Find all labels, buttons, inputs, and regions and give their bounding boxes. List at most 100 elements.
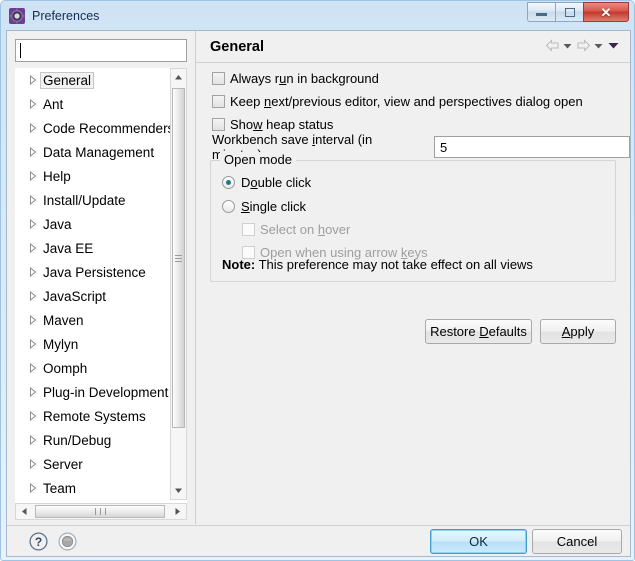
scroll-up-icon[interactable]	[171, 69, 186, 86]
back-arrow-icon[interactable]	[543, 39, 561, 52]
page-navigation	[543, 39, 621, 52]
tree-item-remote-systems[interactable]: Remote Systems	[15, 404, 170, 428]
tree-item-data-management[interactable]: Data Management	[15, 140, 170, 164]
expand-arrow-icon[interactable]	[25, 411, 40, 421]
gear-icon	[9, 8, 25, 24]
page-header: General	[196, 31, 630, 63]
checkbox-icon[interactable]	[212, 118, 225, 131]
checkbox-label: Select on hover	[260, 222, 351, 237]
preferences-tree[interactable]: General Ant Code Recommenders Data Manageme…	[15, 68, 187, 516]
radio-double-click[interactable]: Double click	[222, 175, 311, 190]
tree-item-java-persistence[interactable]: Java Persistence	[15, 260, 170, 284]
checkbox-always-run-in-background[interactable]: Always run in background	[212, 71, 379, 86]
tree-item-team[interactable]: Team	[15, 476, 170, 500]
tree-item-oomph[interactable]: Oomph	[15, 356, 170, 380]
dialog-client-area: General Ant Code Recommenders Data Manageme…	[6, 30, 631, 557]
checkbox-select-on-hover[interactable]: Select on hover	[242, 222, 350, 237]
tree-item-label: Plug-in Development	[43, 384, 169, 400]
preferences-page: General Always run in background Keep ne…	[196, 31, 630, 524]
close-icon: ✕	[600, 4, 612, 20]
tree-scrollbar-thumb[interactable]	[172, 88, 185, 428]
tree-item-label: Maven	[43, 312, 84, 328]
page-body: Always run in background Keep next/previ…	[196, 64, 630, 524]
shell-button-icon[interactable]	[58, 532, 77, 556]
expand-arrow-icon[interactable]	[25, 171, 40, 181]
dialog-footer: ? OK Cancel	[7, 525, 630, 556]
restore-icon	[564, 7, 575, 17]
tree-item-maven[interactable]: Maven	[15, 308, 170, 332]
expand-arrow-icon[interactable]	[25, 291, 40, 301]
tree-item-javascript[interactable]: JavaScript	[15, 284, 170, 308]
expand-arrow-icon[interactable]	[25, 123, 40, 133]
tree-item-label: Java	[43, 216, 72, 232]
expand-arrow-icon[interactable]	[25, 147, 40, 157]
tree-item-run-debug[interactable]: Run/Debug	[15, 428, 170, 452]
tree-item-general[interactable]: General	[15, 68, 170, 92]
tree-item-help[interactable]: Help	[15, 164, 170, 188]
expand-arrow-icon[interactable]	[25, 243, 40, 253]
scroll-down-icon[interactable]	[171, 482, 186, 499]
apply-button[interactable]: Apply	[540, 319, 616, 344]
expand-arrow-icon[interactable]	[25, 459, 40, 469]
checkbox-icon[interactable]	[242, 223, 255, 236]
view-menu-chevron-down-icon[interactable]	[605, 42, 621, 49]
search-input[interactable]	[15, 39, 187, 62]
tree-item-java[interactable]: Java	[15, 212, 170, 236]
back-chevron-down-icon[interactable]	[561, 43, 574, 49]
caption-buttons: ✕	[527, 2, 629, 22]
close-button[interactable]: ✕	[583, 2, 629, 22]
tree-horizontal-scrollbar[interactable]	[15, 503, 187, 520]
radio-label: Double click	[241, 175, 312, 190]
expand-arrow-icon[interactable]	[25, 195, 40, 205]
tree-item-server[interactable]: Server	[15, 452, 170, 476]
restore-button[interactable]	[555, 2, 584, 22]
checkbox-show-heap-status[interactable]: Show heap status	[212, 117, 333, 132]
tree-item-mylyn[interactable]: Mylyn	[15, 332, 170, 356]
tree-item-label: Team	[43, 480, 77, 496]
scroll-right-icon[interactable]	[169, 504, 186, 519]
tree-item-ant[interactable]: Ant	[15, 92, 170, 116]
checkbox-icon[interactable]	[212, 72, 225, 85]
checkbox-label: Keep next/previous editor, view and pers…	[230, 94, 583, 109]
apply-label: Apply	[561, 324, 595, 339]
minimize-button[interactable]	[527, 2, 556, 22]
restore-defaults-button[interactable]: Restore Defaults	[425, 319, 532, 344]
expand-arrow-icon[interactable]	[25, 339, 40, 349]
ok-button[interactable]: OK	[430, 529, 527, 554]
radio-icon[interactable]	[222, 200, 235, 213]
preferences-dialog: Preferences ✕ General Ant Code Recommender…	[0, 0, 635, 561]
radio-single-click[interactable]: Single click	[222, 199, 306, 214]
tree-item-label: Help	[43, 168, 71, 184]
tree-hscrollbar-thumb[interactable]	[35, 505, 165, 518]
tree-item-plug-in-development[interactable]: Plug-in Development	[15, 380, 170, 404]
scroll-left-icon[interactable]	[16, 504, 33, 519]
expand-arrow-icon[interactable]	[25, 99, 40, 109]
expand-arrow-icon[interactable]	[25, 435, 40, 445]
tree-item-label: Install/Update	[43, 192, 126, 208]
tree-item-label: Oomph	[43, 360, 88, 376]
minimize-icon	[536, 13, 547, 16]
forward-chevron-down-icon[interactable]	[592, 43, 605, 49]
help-icon[interactable]: ?	[29, 532, 48, 556]
checkbox-label: Always run in background	[230, 71, 379, 86]
expand-arrow-icon[interactable]	[25, 387, 40, 397]
tree-vertical-scrollbar[interactable]	[170, 68, 187, 500]
checkbox-keep-next-previous-editor[interactable]: Keep next/previous editor, view and pers…	[212, 94, 583, 109]
expand-arrow-icon[interactable]	[25, 267, 40, 277]
expand-arrow-icon[interactable]	[25, 219, 40, 229]
expand-arrow-icon[interactable]	[25, 315, 40, 325]
forward-arrow-icon[interactable]	[574, 39, 592, 52]
checkbox-icon[interactable]	[212, 95, 225, 108]
expand-arrow-icon[interactable]	[25, 363, 40, 373]
expand-arrow-icon[interactable]	[25, 483, 40, 493]
radio-icon[interactable]	[222, 176, 235, 189]
workbench-save-interval-input[interactable]: 5	[433, 136, 630, 158]
cancel-button[interactable]: Cancel	[532, 529, 622, 554]
tree-item-java-ee[interactable]: Java EE	[15, 236, 170, 260]
title-bar[interactable]: Preferences ✕	[1, 1, 634, 30]
ok-label: OK	[469, 534, 488, 549]
radio-label: Single click	[241, 199, 307, 214]
expand-arrow-icon[interactable]	[25, 75, 40, 85]
tree-item-code-recommenders[interactable]: Code Recommenders	[15, 116, 170, 140]
tree-item-install-update[interactable]: Install/Update	[15, 188, 170, 212]
